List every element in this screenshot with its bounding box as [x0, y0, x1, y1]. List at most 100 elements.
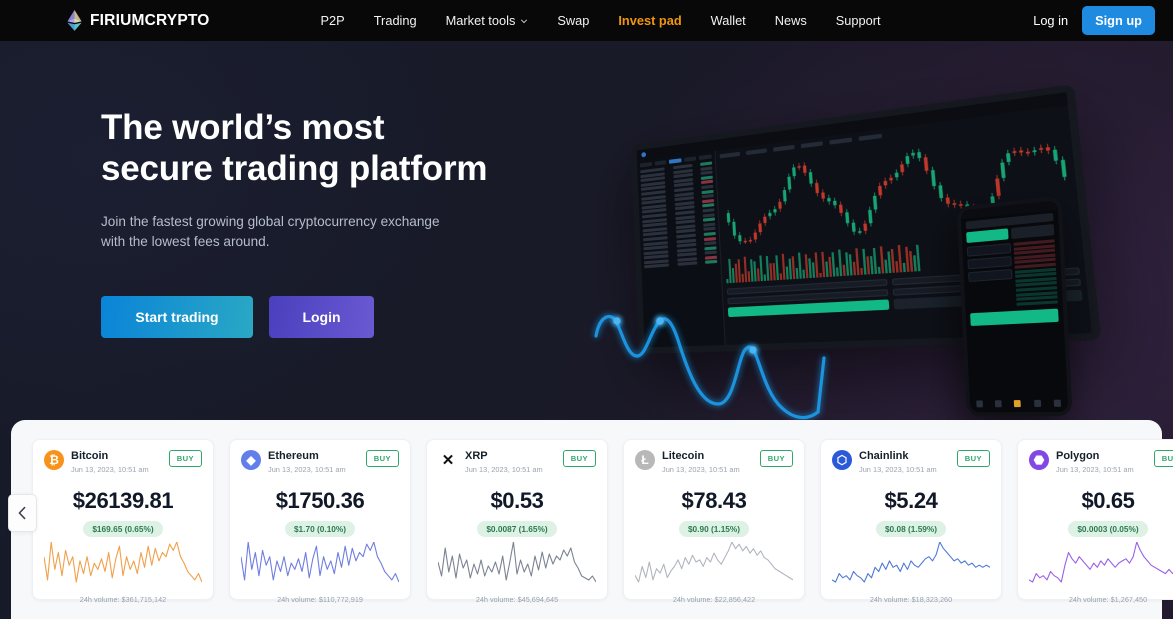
coin-sparkline	[44, 542, 202, 586]
hero-buttons: Start trading Login	[101, 296, 571, 339]
coin-sparkline	[635, 542, 793, 586]
coin-meta: Ethereum Jun 13, 2023, 10:51 am	[268, 450, 359, 474]
login-button[interactable]: Login	[269, 296, 374, 339]
nav-item-support[interactable]: Support	[836, 13, 881, 28]
volume-bar	[779, 273, 783, 280]
cell	[703, 222, 716, 227]
phone-nav-home-icon	[975, 400, 983, 408]
nav-item-p2p[interactable]: P2P	[321, 13, 345, 28]
coin-volume: 24h volume: $18,323,260	[869, 595, 953, 605]
buy-button[interactable]: BUY	[562, 450, 596, 467]
coin-volume: 24h volume: $361,715,142	[79, 595, 167, 605]
nav-item-invest-pad[interactable]: Invest pad	[618, 13, 681, 28]
coin-price: $26139.81	[72, 488, 174, 514]
signup-button[interactable]: Sign up	[1082, 6, 1155, 35]
phone-sell-tab	[1010, 224, 1055, 240]
coin-timestamp: Jun 13, 2023, 10:51 am	[268, 464, 346, 474]
volume-bar	[763, 274, 767, 281]
cell	[701, 189, 714, 194]
nav-label: Wallet	[710, 13, 746, 28]
phone-nav-markets-icon	[994, 400, 1002, 408]
cell	[703, 236, 717, 241]
buy-button[interactable]: BUY	[759, 450, 793, 467]
nav-label: Trading	[373, 13, 417, 28]
crypto-card[interactable]: Ł Litecoin Jun 13, 2023, 10:51 am BUY $78.43…	[623, 439, 805, 604]
orderbook-row	[1016, 300, 1058, 306]
coin-meta: Bitcoin Jun 13, 2023, 10:51 am	[71, 450, 162, 474]
coin-change-badge: $0.0003 (0.05%)	[1068, 521, 1148, 538]
nav-label: Swap	[557, 13, 590, 28]
brand-name: FIRIUMCRYPTO	[90, 11, 210, 29]
volume-bar	[835, 267, 839, 277]
header-cell	[800, 141, 823, 149]
coin-name: Polygon	[1056, 450, 1100, 462]
coin-volume: 24h volume: $1,267,450	[1068, 595, 1148, 605]
header-cell	[829, 137, 853, 145]
cell	[676, 257, 697, 262]
volume-bar	[741, 273, 745, 283]
login-link[interactable]: Log in	[1033, 13, 1068, 28]
crypto-card[interactable]: ✕ XRP Jun 13, 2023, 10:51 am BUY $0.53 $0.008…	[426, 439, 608, 604]
coin-price: $5.24	[884, 488, 938, 514]
phone-price-input	[966, 243, 1011, 257]
crypto-card-list: ₿ Bitcoin Jun 13, 2023, 10:51 am BUY $26139.…	[32, 439, 1173, 604]
volume-bar	[855, 248, 860, 276]
cell	[644, 263, 669, 269]
coin-sparkline	[241, 542, 399, 586]
cell	[704, 246, 717, 251]
carousel-prev-button[interactable]	[8, 494, 37, 532]
coin-name: Litecoin	[662, 450, 705, 462]
start-trading-button[interactable]: Start trading	[101, 296, 253, 339]
cell	[702, 203, 715, 208]
market-tab-active	[669, 158, 682, 164]
header-cell	[719, 151, 741, 159]
ethereum-diamond-logo-icon	[67, 10, 82, 31]
nav-label: Market tools	[445, 13, 516, 28]
nav-item-swap[interactable]: Swap	[557, 13, 589, 28]
phone-confirm-button	[970, 308, 1059, 327]
volume-bar	[838, 249, 843, 277]
coin-timestamp: Jun 13, 2023, 10:51 am	[71, 464, 149, 474]
hero-copy: The world’s most secure trading platform…	[101, 107, 571, 339]
header-cell	[773, 144, 795, 152]
coin-price: $0.53	[490, 488, 544, 514]
nav-item-market-tools[interactable]: Market tools	[446, 13, 529, 28]
buy-button[interactable]: BUY	[956, 450, 990, 467]
coin-timestamp: Jun 13, 2023, 10:51 am	[1056, 464, 1134, 474]
card-header: ⬡ Chainlink Jun 13, 2023, 10:51 am BUY	[832, 450, 990, 474]
nav-actions: Log in Sign up	[1033, 6, 1155, 35]
buy-button[interactable]: BUY	[1153, 450, 1173, 467]
coin-price: $78.43	[681, 488, 747, 514]
coin-timestamp: Jun 13, 2023, 10:51 am	[662, 464, 740, 474]
buy-button[interactable]: BUY	[365, 450, 399, 467]
phone-nav-assets-icon	[1053, 399, 1062, 407]
cell	[677, 261, 697, 267]
chevron-left-icon	[18, 506, 26, 520]
cell	[705, 260, 718, 265]
crypto-card[interactable]: ⬣ Polygon Jun 13, 2023, 10:51 am BUY $0.65 $0…	[1017, 439, 1173, 604]
cell	[703, 227, 716, 232]
phone-order-form	[966, 243, 1014, 310]
coin-meta: XRP Jun 13, 2023, 10:51 am	[465, 450, 556, 474]
volume-bar	[726, 278, 729, 284]
xrp-coin-icon: ✕	[441, 452, 455, 469]
crypto-card[interactable]: ⬡ Chainlink Jun 13, 2023, 10:51 am BUY $5.24…	[820, 439, 1002, 604]
nav-item-news[interactable]: News	[775, 13, 807, 28]
coin-volume: 24h volume: $110,772,919	[277, 595, 363, 605]
nav-item-trading[interactable]: Trading	[374, 13, 417, 28]
volume-bar	[819, 272, 822, 278]
nav-item-wallet[interactable]: Wallet	[711, 13, 746, 28]
card-header: Ł Litecoin Jun 13, 2023, 10:51 am BUY	[635, 450, 793, 474]
header-cell	[858, 133, 883, 141]
volume-bar	[814, 252, 819, 278]
coin-volume: 24h volume: $45,694,645	[475, 595, 559, 605]
coin-meta: Polygon Jun 13, 2023, 10:51 am	[1056, 450, 1147, 474]
brand-logo[interactable]: FIRIUMCRYPTO	[66, 10, 210, 31]
crypto-card[interactable]: ₿ Bitcoin Jun 13, 2023, 10:51 am BUY $26139.…	[32, 439, 214, 604]
hero-title: The world’s most secure trading platform	[101, 108, 488, 189]
buy-button[interactable]: BUY	[168, 450, 202, 467]
coin-change-badge: $1.70 (0.10%)	[284, 521, 356, 538]
phone-amount-input	[967, 256, 1012, 270]
coin-change-badge: $0.90 (1.15%)	[678, 521, 750, 538]
crypto-card[interactable]: ◆ Ethereum Jun 13, 2023, 10:51 am BUY $1750.…	[229, 439, 411, 604]
